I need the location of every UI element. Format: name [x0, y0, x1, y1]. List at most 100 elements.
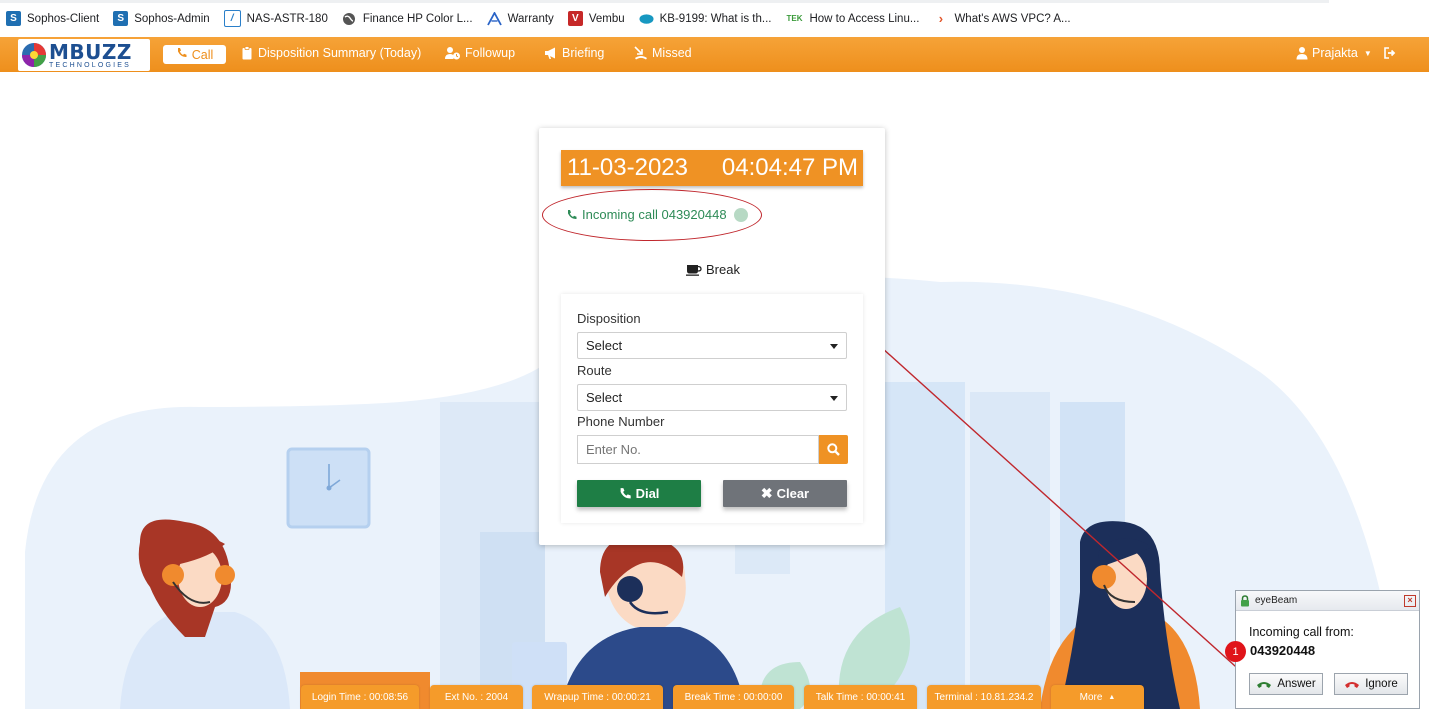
- status-text: Wrapup Time : 00:00:21: [544, 691, 651, 703]
- status-text: Terminal : 10.81.234.2: [934, 691, 1034, 703]
- status-text: Talk Time : 00:00:41: [815, 691, 906, 703]
- nas-icon: /: [223, 10, 241, 27]
- mbuzz-logo[interactable]: MBUZZ TECHNOLOGIES: [18, 39, 150, 71]
- user-clock-icon: [445, 47, 460, 60]
- caret-up-icon: ▲: [1108, 693, 1116, 701]
- ignore-label: Ignore: [1365, 678, 1398, 690]
- annotation-number-badge: 1: [1225, 641, 1246, 662]
- user-name: Prajakta: [1312, 46, 1358, 60]
- nav-label: Disposition Summary (Today): [258, 46, 422, 60]
- break-button[interactable]: Break: [686, 262, 740, 277]
- caret-down-icon: [830, 396, 838, 401]
- phone-icon: [620, 488, 631, 499]
- status-terminal: Terminal : 10.81.234.2: [927, 685, 1041, 709]
- bookmark-label: What's AWS VPC? A...: [954, 12, 1071, 25]
- eyebeam-titlebar[interactable]: eyeBeam ×: [1236, 591, 1419, 611]
- coffee-icon: [686, 264, 702, 276]
- status-login-time: Login Time : 00:08:56: [301, 685, 419, 709]
- disposition-label: Disposition: [577, 311, 641, 326]
- close-icon[interactable]: ×: [1404, 595, 1416, 607]
- caret-down-icon: [830, 344, 838, 349]
- logo-text: MBUZZ: [49, 39, 132, 64]
- nav-followup[interactable]: Followup: [444, 46, 515, 60]
- bookmark-warranty[interactable]: Warranty: [486, 11, 554, 26]
- bookmark-kb[interactable]: KB-9199: What is th...: [639, 11, 772, 26]
- bookmark-aws[interactable]: › What's AWS VPC? A...: [933, 11, 1071, 26]
- status-text: Break Time : 00:00:00: [684, 691, 783, 703]
- eyebeam-answer-button[interactable]: Answer: [1249, 673, 1323, 695]
- date-time-bar: 11-03-2023 04:04:47 PM: [561, 150, 863, 186]
- nav-label: Missed: [652, 46, 692, 60]
- disposition-select[interactable]: Select: [577, 332, 847, 359]
- status-ext-no: Ext No. : 2004: [430, 685, 523, 709]
- search-icon: [827, 443, 840, 456]
- phone-number-label: Phone Number: [577, 414, 665, 429]
- bookmark-label: Sophos-Client: [27, 12, 100, 25]
- nav-call-label: Call: [191, 47, 214, 62]
- logout-button[interactable]: [1383, 46, 1397, 60]
- logo-globe-icon: [22, 43, 46, 67]
- dialer-card: 11-03-2023 04:04:47 PM Incoming call 043…: [539, 128, 885, 545]
- route-label: Route: [577, 363, 612, 378]
- eyebeam-popup: eyeBeam × Incoming call from: 043920448 …: [1235, 590, 1420, 709]
- nav-call-button[interactable]: Call: [163, 45, 226, 64]
- status-break-time: Break Time : 00:00:00: [673, 685, 794, 709]
- status-text: Ext No. : 2004: [444, 691, 509, 703]
- eyebeam-caller-number: 043920448: [1250, 643, 1316, 658]
- incoming-call-text: Incoming call 043920448: [582, 207, 727, 222]
- bookmark-label: How to Access Linu...: [809, 12, 920, 25]
- bookmark-nas[interactable]: / NAS-ASTR-180: [223, 10, 328, 27]
- route-select[interactable]: Select: [577, 384, 847, 411]
- eyebeam-lock-icon: [1241, 594, 1249, 606]
- bookmark-sophos-client[interactable]: S Sophos-Client: [6, 11, 99, 26]
- bookmark-label: Sophos-Admin: [134, 12, 210, 25]
- eyebeam-incoming-label: Incoming call from:: [1249, 625, 1354, 639]
- logo-subtext: TECHNOLOGIES: [49, 61, 132, 69]
- caret-down-icon: ▼: [1363, 48, 1372, 58]
- bookmark-vembu[interactable]: V Vembu: [567, 11, 625, 26]
- nav-disposition-summary[interactable]: Disposition Summary (Today): [240, 46, 421, 60]
- status-more-button[interactable]: More ▲: [1051, 685, 1144, 709]
- tek-icon: TEK: [786, 14, 803, 23]
- dial-button[interactable]: Dial: [577, 480, 701, 507]
- nav-label: Briefing: [562, 46, 605, 60]
- break-label: Break: [706, 262, 740, 277]
- status-talk-time: Talk Time : 00:00:41: [804, 685, 917, 709]
- user-icon: [1296, 47, 1308, 60]
- phone-number-input[interactable]: [577, 435, 819, 464]
- answer-label: Answer: [1277, 678, 1316, 690]
- nav-label: Followup: [465, 46, 516, 60]
- ignore-phone-icon: [1345, 681, 1360, 688]
- clear-label: Clear: [776, 486, 810, 501]
- close-icon: ✖: [760, 485, 773, 501]
- clear-button[interactable]: ✖ Clear: [723, 480, 847, 507]
- bookmark-label: Warranty: [507, 12, 554, 25]
- user-menu[interactable]: Prajakta ▼: [1296, 46, 1372, 60]
- status-text: Login Time : 00:08:56: [311, 691, 409, 703]
- answer-phone-icon: [1257, 681, 1272, 688]
- disposition-value: Select: [586, 338, 623, 353]
- status-wrapup-time: Wrapup Time : 00:00:21: [532, 685, 663, 709]
- bookmark-label: NAS-ASTR-180: [246, 12, 328, 25]
- incoming-call-status: Incoming call 043920448: [566, 207, 748, 222]
- salesforce-icon: [639, 11, 654, 26]
- bookmark-label: Vembu: [588, 12, 625, 25]
- phone-search-button[interactable]: [819, 435, 848, 464]
- current-time: 04:04:47 PM: [721, 154, 858, 181]
- bookmark-finance[interactable]: Finance HP Color L...: [342, 11, 473, 26]
- sophos-icon: S: [6, 11, 21, 26]
- dial-label: Dial: [635, 486, 660, 501]
- missed-call-icon: [634, 46, 647, 60]
- top-navbar: MBUZZ TECHNOLOGIES Call Disposition Summ…: [0, 37, 1429, 72]
- bookmark-sophos-admin[interactable]: S Sophos-Admin: [113, 11, 210, 26]
- bookmark-linux[interactable]: TEK How to Access Linu...: [785, 11, 919, 26]
- dial-form: Disposition Select Route Select Phone Nu…: [561, 294, 863, 523]
- current-date: 11-03-2023: [567, 154, 688, 181]
- nav-briefing[interactable]: Briefing: [544, 46, 604, 60]
- nav-missed[interactable]: Missed: [634, 46, 692, 60]
- bullhorn-icon: [545, 47, 555, 59]
- eyebeam-ignore-button[interactable]: Ignore: [1334, 673, 1408, 695]
- route-value: Select: [586, 390, 623, 405]
- eyebeam-title: eyeBeam: [1255, 595, 1298, 606]
- bookmark-label: KB-9199: What is th...: [659, 12, 772, 25]
